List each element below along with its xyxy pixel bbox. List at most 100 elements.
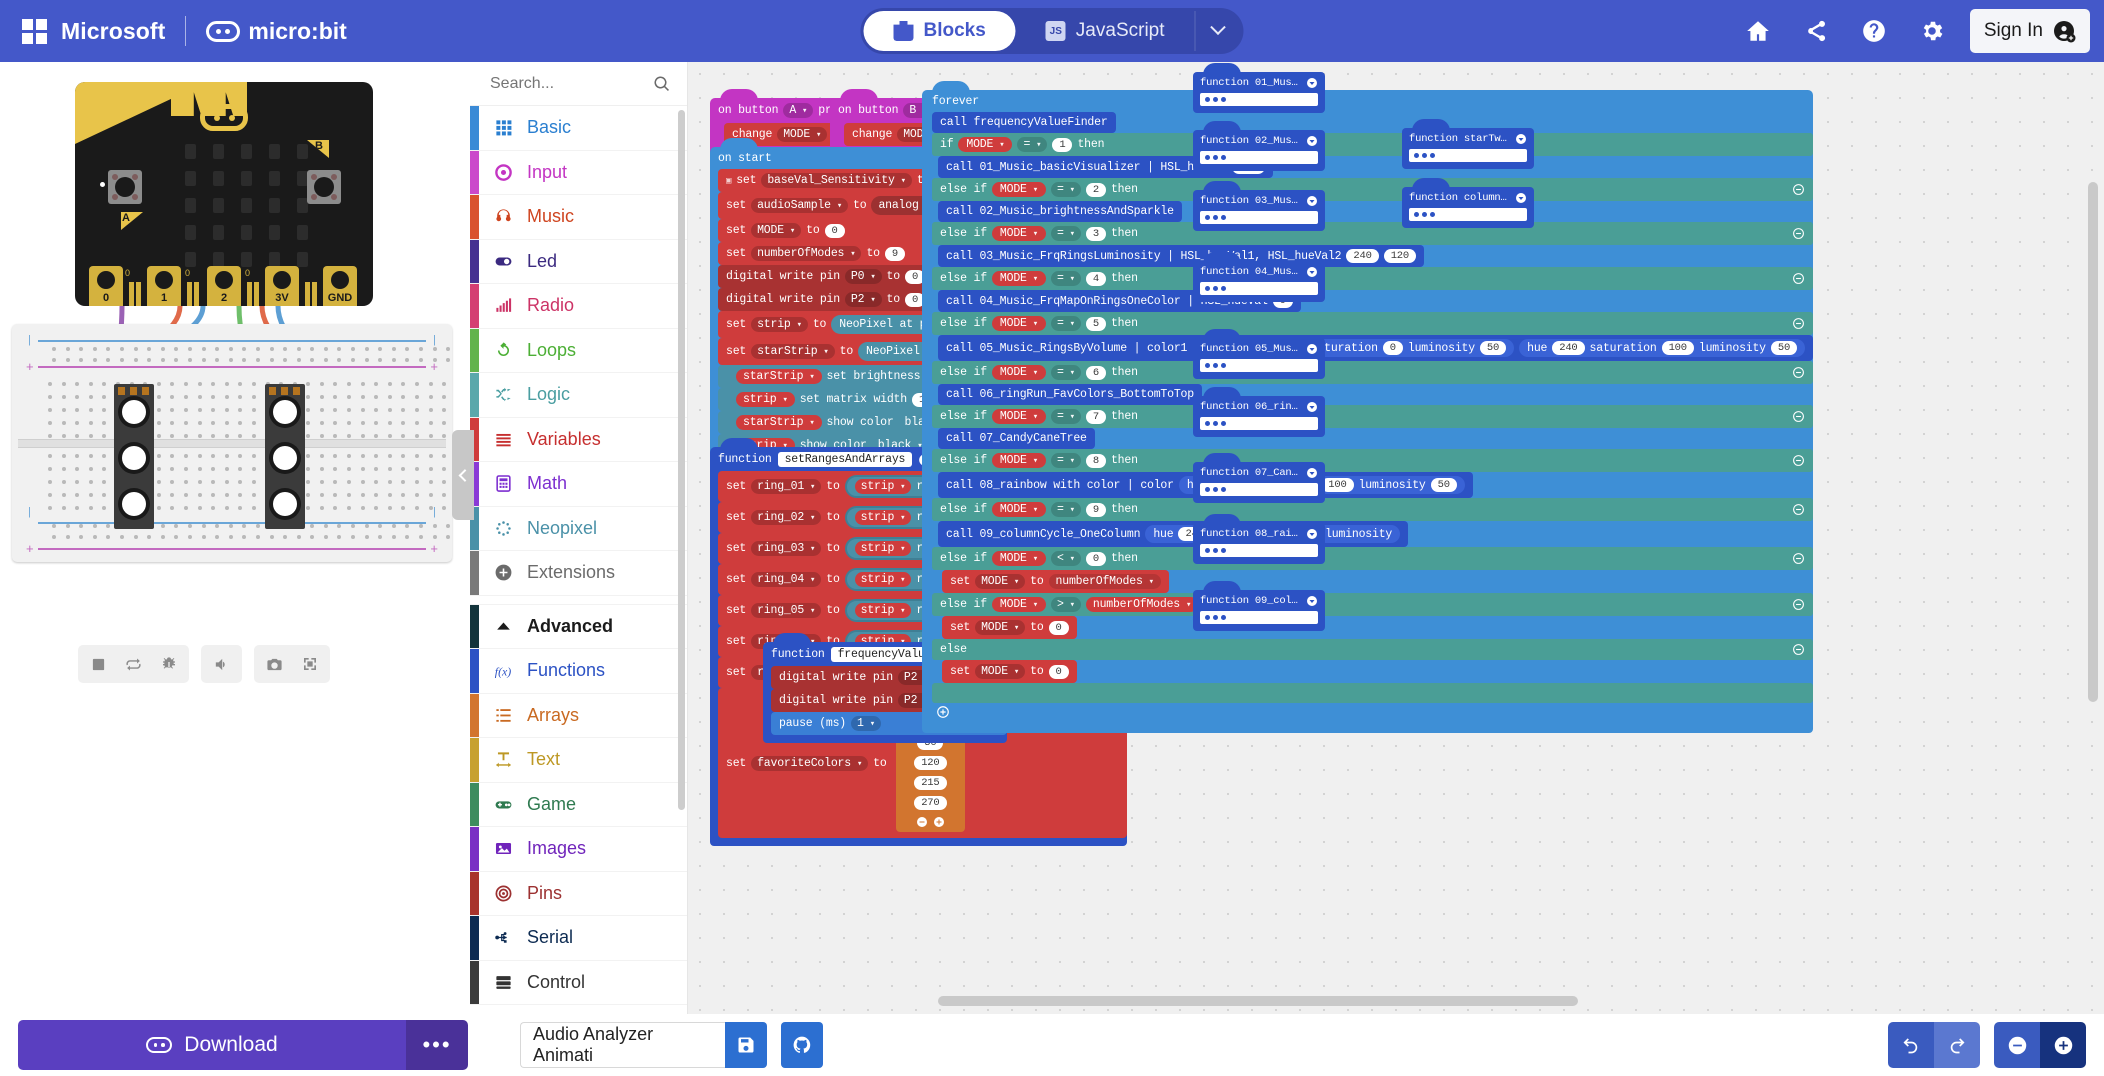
toolbox-category-input[interactable]: Input <box>470 150 687 195</box>
minus-circle-icon[interactable] <box>1792 272 1805 285</box>
dropdown-field[interactable]: baseVal_Sensitivity <box>761 173 912 188</box>
toolbox-category-math[interactable]: Math <box>470 462 687 507</box>
dropdown-field[interactable]: strip <box>854 572 912 587</box>
zoom-in-button[interactable] <box>2040 1022 2086 1068</box>
toolbox-category-advanced[interactable]: Advanced <box>470 604 687 649</box>
chevron-down-circle-icon[interactable] <box>1306 77 1318 89</box>
if-branch-10[interactable]: else ifMODE >numberOfModes then <box>932 593 1814 616</box>
number-field[interactable]: 120 <box>1383 249 1416 263</box>
if-branch-2[interactable]: else ifMODE =3 then <box>932 222 1814 245</box>
if-branch-0[interactable]: ifMODE =1 then <box>932 133 1814 156</box>
chevron-down-circle-icon[interactable] <box>1306 195 1318 207</box>
number-field[interactable]: 5 <box>1085 316 1106 331</box>
blocks-workspace[interactable]: on buttonApressed changeMODEby-1 on butt… <box>688 62 2104 1014</box>
number-field[interactable]: 8 <box>1085 453 1106 468</box>
block-forever[interactable]: forever call frequencyValueFinder if MODE… <box>922 81 1814 733</box>
minus-circle-icon[interactable] <box>1792 454 1805 467</box>
number-field[interactable]: 1 <box>1052 137 1073 152</box>
dropdown-field[interactable]: MODE <box>975 574 1026 589</box>
plus-circle-icon[interactable] <box>936 705 950 719</box>
toolbox-category-control[interactable]: Control <box>470 960 687 1005</box>
share-button[interactable] <box>1792 7 1840 55</box>
block-collapsed-function-6[interactable]: function 07_CandyCaneTree ... <box>1193 453 1325 503</box>
if-branch-11[interactable]: else <box>932 639 1814 660</box>
download-button[interactable]: Download <box>18 1020 406 1070</box>
call-function-block[interactable]: call 05_Music_RingsByVolume | color1 , c… <box>938 335 1814 361</box>
toolbox-category-images[interactable]: Images <box>470 827 687 872</box>
workspace-vertical-scrollbar[interactable] <box>2088 182 2098 702</box>
set-mode-block[interactable]: setMODEto0 <box>942 616 1077 639</box>
dropdown-field[interactable]: P0 <box>844 269 882 284</box>
chevron-down-circle-icon[interactable] <box>1306 467 1318 479</box>
chevron-down-circle-icon[interactable] <box>1306 528 1318 540</box>
minus-circle-icon[interactable] <box>916 816 928 828</box>
toolbox-category-basic[interactable]: Basic <box>470 106 687 151</box>
tab-javascript[interactable]: JS JavaScript <box>1016 11 1195 51</box>
dropdown-field[interactable]: strip <box>854 541 912 556</box>
chevron-down-circle-icon[interactable] <box>1306 266 1318 278</box>
number-field[interactable]: 0 <box>1382 341 1403 355</box>
minus-circle-icon[interactable] <box>1792 503 1805 516</box>
dropdown-field[interactable]: A <box>783 103 814 118</box>
if-branch-6[interactable]: else ifMODE =7 then <box>932 405 1814 428</box>
dropdown-field[interactable]: numberOfModes <box>751 246 862 261</box>
number-field[interactable]: 100 <box>1661 341 1694 355</box>
toolbox-category-pins[interactable]: Pins <box>470 871 687 916</box>
number-field[interactable]: 2 <box>1085 182 1106 197</box>
help-button[interactable] <box>1850 7 1898 55</box>
debug-button[interactable] <box>152 650 185 678</box>
if-branch-5[interactable]: else ifMODE =6 then <box>932 361 1814 384</box>
function-name[interactable]: setRangesAndArrays <box>777 452 913 467</box>
block-collapsed-function-0[interactable]: function 01_Music_basicVisu... <box>1193 63 1325 113</box>
toolbox-category-neopixel[interactable]: Neopixel <box>470 506 687 551</box>
number-field[interactable]: 0 <box>1085 551 1106 566</box>
dropdown-field[interactable]: favoriteColors <box>751 755 869 771</box>
minus-circle-icon[interactable] <box>1792 183 1805 196</box>
toolbox-category-loops[interactable]: Loops <box>470 328 687 373</box>
undo-button[interactable] <box>1888 1022 1934 1068</box>
number-field[interactable]: 3 <box>1085 226 1106 241</box>
number-field[interactable]: 240 <box>1552 341 1585 355</box>
plus-circle-icon[interactable] <box>933 816 945 828</box>
call-function-block[interactable]: call 03_Music_FrqRingsLuminosity | HSL_h… <box>938 245 1424 267</box>
redo-button[interactable] <box>1934 1022 1980 1068</box>
number-field[interactable]: 6 <box>1085 365 1106 380</box>
number-field[interactable]: 50 <box>1479 341 1507 355</box>
volume-button[interactable] <box>205 650 238 678</box>
minus-circle-icon[interactable] <box>1792 410 1805 423</box>
restart-button[interactable] <box>117 650 150 678</box>
toolbox-category-text[interactable]: Text <box>470 738 687 783</box>
toolbox-collapse-handle[interactable] <box>452 430 474 520</box>
if-branch-4[interactable]: else ifMODE =5 then <box>932 312 1814 335</box>
toolbox-category-game[interactable]: Game <box>470 782 687 827</box>
toolbox-category-logic[interactable]: Logic <box>470 373 687 418</box>
call-function-block[interactable]: call 09_columnCycle_OneColumn hue240satu… <box>938 521 1409 547</box>
minus-circle-icon[interactable] <box>1792 643 1805 656</box>
if-branch-1[interactable]: else ifMODE =2 then <box>932 178 1814 201</box>
array-value[interactable]: 120 <box>914 756 947 770</box>
dropdown-field[interactable]: ring_03 <box>751 541 822 556</box>
dropdown-field[interactable]: ring_05 <box>751 603 822 618</box>
toolbox-category-functions[interactable]: f(x) Functions <box>470 649 687 694</box>
minus-circle-icon[interactable] <box>1792 227 1805 240</box>
number-field[interactable]: 4 <box>1085 271 1106 286</box>
hsl-color-block[interactable]: hue240saturation100luminosity50 <box>1519 339 1806 357</box>
dropdown-field[interactable]: starStrip <box>751 344 835 359</box>
toolbox-category-radio[interactable]: Radio <box>470 284 687 329</box>
minus-circle-icon[interactable] <box>1792 366 1805 379</box>
block-collapsed-function-10[interactable]: function columnCycle_Wipe c... <box>1402 178 1534 228</box>
block-collapsed-function-3[interactable]: function 04_Music_FrqMapOnR... <box>1193 252 1325 302</box>
call-function-block[interactable]: call 02_Music_brightnessAndSparkle <box>938 201 1182 222</box>
number-field[interactable]: 0 <box>1048 620 1069 635</box>
dropdown-field[interactable]: MODE <box>751 223 802 238</box>
stop-button[interactable] <box>82 650 115 678</box>
home-button[interactable] <box>1734 7 1782 55</box>
dropdown-field[interactable]: P2 <box>844 292 882 307</box>
language-dropdown-button[interactable] <box>1194 11 1241 51</box>
dropdown-field[interactable]: 1 <box>851 716 881 731</box>
dropdown-field[interactable]: audioSample <box>751 198 849 213</box>
chevron-down-circle-icon[interactable] <box>1306 135 1318 147</box>
sign-in-button[interactable]: Sign In <box>1969 9 2090 53</box>
toolbox-category-extensions[interactable]: Extensions <box>470 551 687 596</box>
toolbox-category-music[interactable]: Music <box>470 195 687 240</box>
